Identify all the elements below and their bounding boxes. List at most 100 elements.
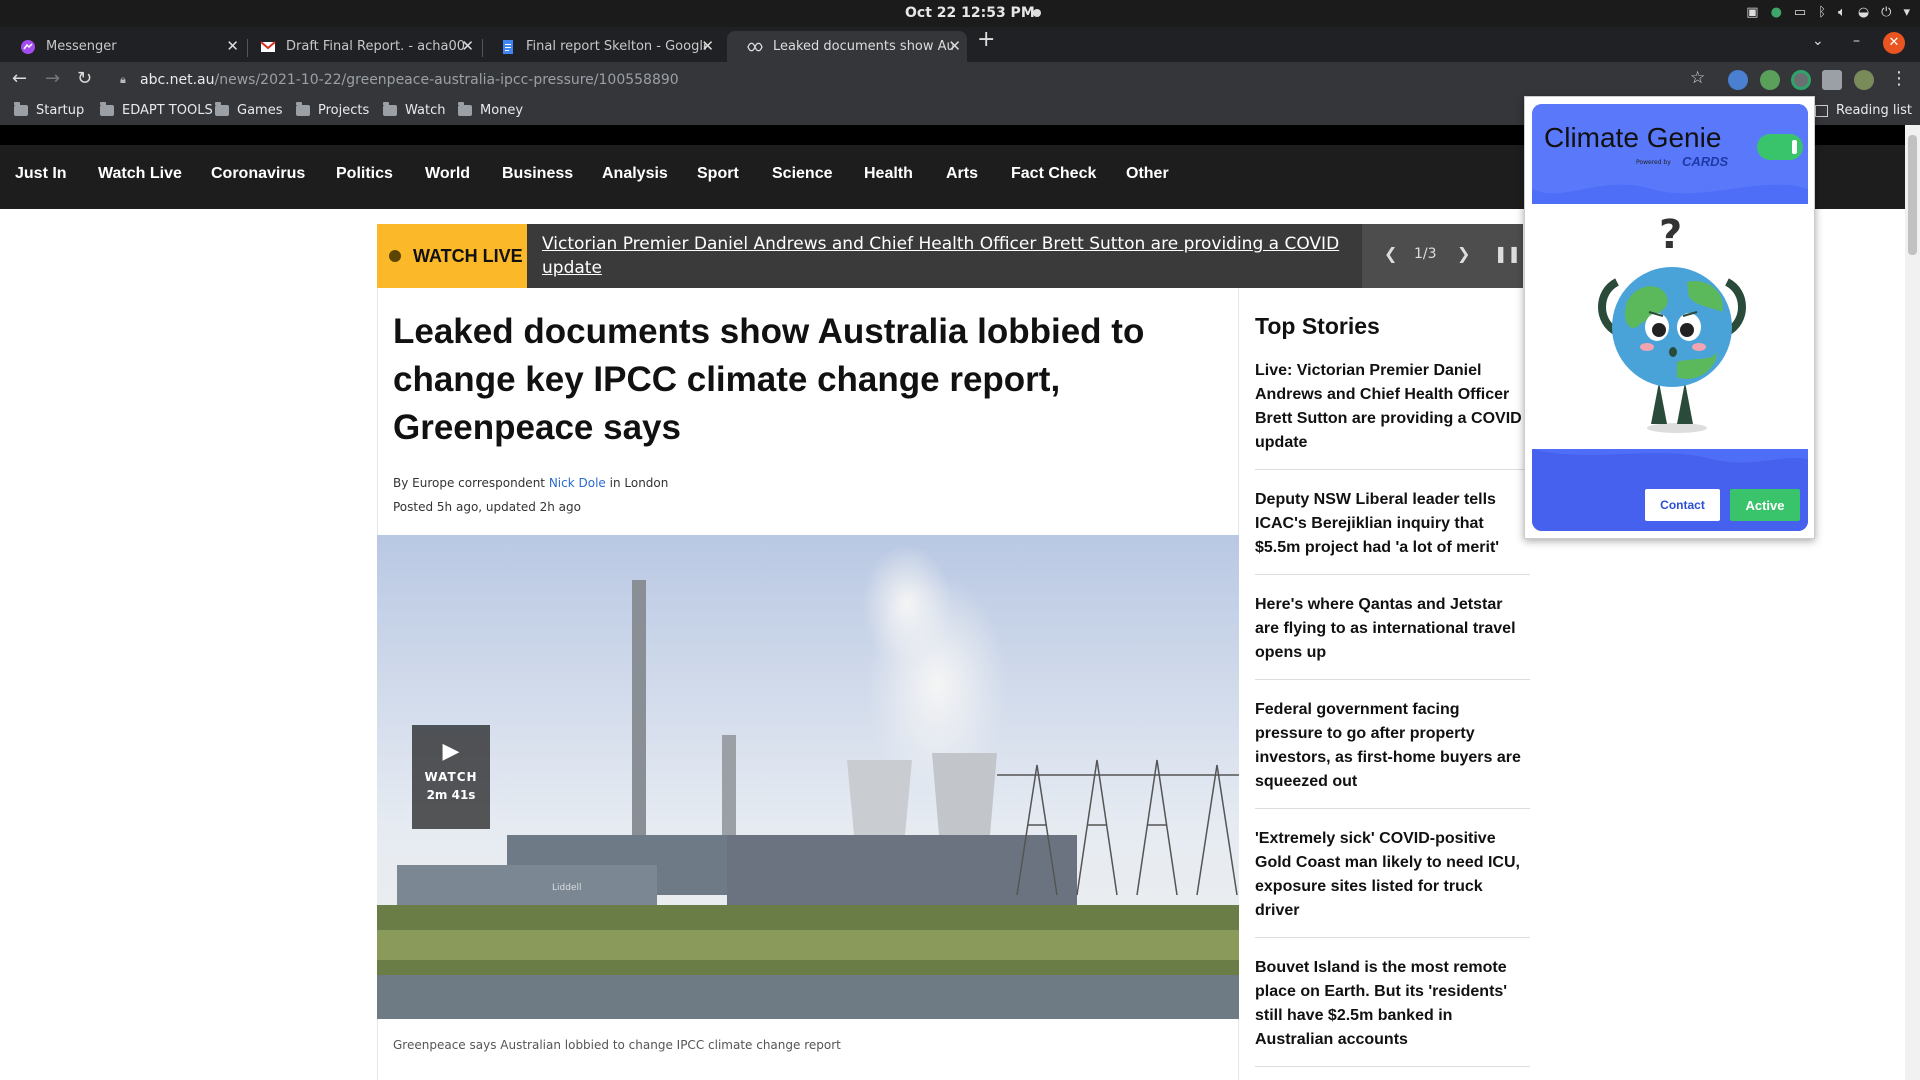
nav-health[interactable]: Health [864, 165, 913, 183]
reading-list-icon [1815, 104, 1828, 117]
minimize-icon[interactable]: – [1853, 33, 1860, 49]
back-icon[interactable]: ← [12, 68, 27, 89]
nav-other[interactable]: Other [1126, 165, 1169, 183]
cards-logo: CARDS [1682, 154, 1729, 169]
bluetooth-icon[interactable]: ᛒ [1818, 3, 1826, 23]
bookmark-label: Money [480, 103, 524, 118]
watch-live-headline[interactable]: Victorian Premier Daniel Andrews and Chi… [542, 232, 1342, 280]
nav-watch-live[interactable]: Watch Live [98, 165, 182, 183]
article-hero-image[interactable]: Liddell [377, 535, 1239, 1019]
popup-title: Climate Genie [1544, 122, 1722, 153]
folder-icon [383, 102, 397, 116]
byline-suffix: in London [605, 476, 669, 490]
top-story-link[interactable]: Federal government facing pressure to go… [1255, 698, 1530, 809]
puzzle-icon[interactable] [1822, 70, 1842, 90]
bookmark-star-icon[interactable]: ☆ [1690, 68, 1705, 88]
folder-icon [100, 102, 114, 116]
tab-title: Messenger [46, 39, 117, 54]
new-tab-button[interactable]: + [977, 27, 995, 52]
bookmark-folder[interactable]: Games [215, 102, 282, 118]
chevron-right-icon[interactable]: ❯ [1457, 244, 1470, 263]
window-close-button[interactable]: ✕ [1883, 32, 1905, 54]
enable-toggle[interactable] [1757, 134, 1803, 160]
watch-video-button[interactable]: ▶ WATCH 2m 41s [412, 725, 490, 829]
nav-world[interactable]: World [425, 165, 470, 183]
forward-icon[interactable]: → [45, 68, 60, 89]
nav-coronavirus[interactable]: Coronavirus [211, 165, 305, 183]
chevron-left-icon[interactable]: ❮ [1384, 244, 1397, 263]
watch-live-text: WATCH LIVE [413, 245, 523, 266]
tab-abc-article[interactable]: Leaked documents show Aust ✕ [727, 31, 967, 62]
folder-icon [14, 102, 28, 116]
window-icon[interactable]: ▭ [1794, 3, 1806, 23]
top-stories-heading: Top Stories [1255, 313, 1380, 339]
tab-google-docs[interactable]: Final report Skelton - Google ✕ [480, 31, 720, 62]
climate-genie-extension-icon[interactable] [1791, 70, 1811, 90]
top-story-link[interactable]: Live: Victorian Premier Daniel Andrews a… [1255, 359, 1530, 470]
top-story-link[interactable]: Bouvet Island is the most remote place o… [1255, 956, 1530, 1067]
network-icon[interactable]: ◒ [1858, 3, 1869, 23]
byline: By Europe correspondent Nick Dole in Lon… [393, 476, 668, 490]
reload-icon[interactable]: ↻ [77, 68, 92, 89]
tab-title: Draft Final Report. - acha0082 [286, 39, 466, 54]
close-icon[interactable]: ✕ [226, 37, 239, 55]
nav-fact-check[interactable]: Fact Check [1011, 165, 1096, 183]
bookmark-label: Watch [405, 103, 446, 118]
bookmark-label: Projects [318, 103, 370, 118]
slide-counter: 1/3 [1414, 246, 1437, 262]
chevron-down-icon[interactable]: ▾ [1903, 3, 1910, 23]
bookmark-folder[interactable]: Startup [14, 102, 84, 118]
tab-search-icon[interactable]: ⌄ [1812, 33, 1824, 49]
byline-prefix: By Europe correspondent [393, 476, 549, 490]
author-link[interactable]: Nick Dole [549, 476, 606, 490]
reading-list[interactable]: Reading list [1815, 103, 1912, 118]
nav-just-in[interactable]: Just In [15, 165, 67, 183]
abc-icon [747, 39, 763, 55]
close-icon[interactable]: ✕ [701, 37, 714, 55]
close-icon[interactable]: ✕ [461, 37, 474, 55]
powered-by-label: Powered by [1636, 159, 1671, 166]
tab-gmail[interactable]: Draft Final Report. - acha0082 ✕ [240, 31, 480, 62]
live-dot-icon [389, 250, 401, 262]
contact-button[interactable]: Contact [1645, 489, 1720, 521]
popup-header: Climate Genie Powered by CARDS [1532, 104, 1808, 204]
top-story-link[interactable]: Here's where Qantas and Jetstar are flyi… [1255, 593, 1530, 680]
address-bar[interactable]: 🔒︎ abc.net.au/news/2021-10-22/greenpeace… [110, 66, 1710, 94]
messenger-icon [20, 39, 36, 55]
pause-icon[interactable]: ❚❚ [1494, 244, 1521, 263]
bookmark-folder[interactable]: Projects [296, 102, 370, 118]
vpn-icon[interactable]: ● [1771, 3, 1782, 23]
svg-text:Liddell: Liddell [552, 883, 581, 893]
tab-messenger[interactable]: Messenger ✕ [0, 31, 245, 62]
close-icon[interactable]: ✕ [948, 37, 961, 55]
system-tray: ▣ ● ▭ ᛒ 🔈︎ ◒ ⏻ ▾ [1746, 3, 1910, 23]
bookmark-folder[interactable]: EDAPT TOOLS [100, 102, 213, 118]
lock-icon[interactable]: 🔒︎ [120, 66, 126, 94]
image-caption: Greenpeace says Australian lobbied to ch… [393, 1038, 841, 1052]
nav-politics[interactable]: Politics [336, 165, 393, 183]
bookmark-folder[interactable]: Watch [383, 102, 446, 118]
menu-icon[interactable]: ⋮ [1890, 68, 1908, 89]
avatar[interactable] [1854, 70, 1874, 90]
system-clock[interactable]: Oct 22 12:53 PM [905, 5, 1035, 21]
nav-analysis[interactable]: Analysis [602, 165, 668, 183]
extension-icon[interactable] [1760, 70, 1780, 90]
watch-live-label[interactable]: WATCH LIVE [377, 224, 527, 288]
display-icon[interactable]: ▣ [1746, 3, 1758, 23]
nav-arts[interactable]: Arts [946, 165, 978, 183]
nav-science[interactable]: Science [772, 165, 832, 183]
active-button[interactable]: Active [1730, 489, 1800, 521]
extension-icon[interactable] [1728, 70, 1748, 90]
nav-sport[interactable]: Sport [697, 165, 739, 183]
video-duration: 2m 41s [426, 788, 476, 802]
volume-icon[interactable]: 🔈︎ [1838, 3, 1846, 23]
posted-timestamp: Posted 5h ago, updated 2h ago [393, 500, 581, 514]
power-icon[interactable]: ⏻ [1881, 3, 1891, 23]
top-story-link[interactable]: 'Extremely sick' COVID-positive Gold Coa… [1255, 827, 1530, 938]
bookmark-folder[interactable]: Money [458, 102, 524, 118]
top-story-link[interactable]: Deputy NSW Liberal leader tells ICAC's B… [1255, 488, 1530, 575]
page-scrollbar[interactable] [1905, 125, 1920, 1080]
nav-business[interactable]: Business [502, 165, 573, 183]
scrollbar-thumb[interactable] [1908, 135, 1917, 255]
system-top-bar: Oct 22 12:53 PM ▣ ● ▭ ᛒ 🔈︎ ◒ ⏻ ▾ [0, 0, 1920, 27]
